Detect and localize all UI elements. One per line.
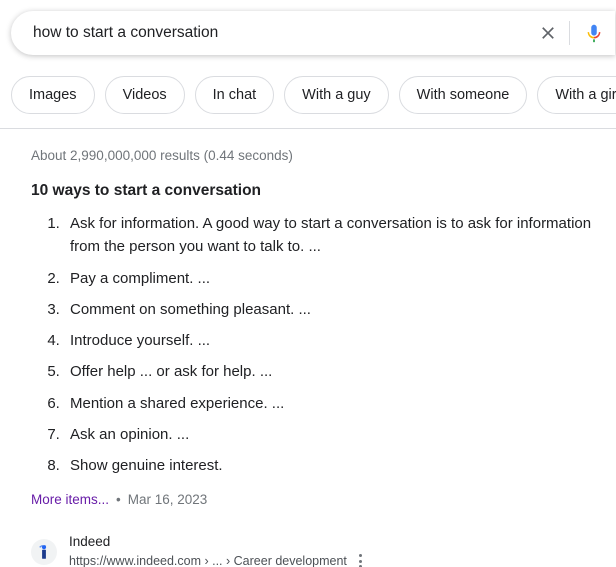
results-region: About 2,990,000,000 results (0.44 second…	[0, 129, 616, 567]
list-item: Offer help ... or ask for help. ...	[64, 360, 605, 383]
chip-label: Images	[29, 87, 77, 103]
filter-chips-row: Images Videos In chat With a guy With so…	[0, 62, 616, 114]
search-input[interactable]	[12, 12, 531, 54]
chip-label: With someone	[416, 87, 510, 103]
filter-chip-with-a-guy[interactable]: With a guy	[284, 76, 389, 114]
snippet-list: Ask for information. A good way to start…	[11, 212, 605, 477]
chip-label: With a guy	[302, 87, 371, 103]
clear-search-button[interactable]	[531, 16, 565, 50]
list-item: Introduce yourself. ...	[64, 329, 605, 352]
filter-chip-images[interactable]: Images	[11, 76, 95, 114]
voice-search-button[interactable]	[574, 16, 614, 50]
filter-chip-in-chat[interactable]: In chat	[194, 76, 275, 114]
filter-chip-videos[interactable]: Videos	[104, 76, 185, 114]
indeed-logo-icon	[39, 545, 47, 560]
source-block: Indeed https://www.indeed.com › ... › Ca…	[11, 507, 605, 567]
search-region	[0, 0, 616, 62]
more-items-link[interactable]: More items...	[31, 492, 109, 507]
list-item: Comment on something pleasant. ...	[64, 298, 605, 321]
more-options-icon[interactable]	[355, 551, 366, 567]
indeed-favicon-icon	[31, 539, 57, 566]
source-url: https://www.indeed.com › ... › Career de…	[69, 554, 347, 567]
search-box[interactable]	[11, 11, 615, 55]
close-icon	[542, 27, 554, 39]
list-item: Pay a compliment. ...	[64, 267, 605, 290]
list-item: Ask an opinion. ...	[64, 423, 605, 446]
filter-chips-region: Images Videos In chat With a guy With so…	[0, 62, 616, 128]
filter-chip-with-a-girl[interactable]: With a girl	[537, 76, 616, 114]
chip-label: Videos	[122, 87, 167, 103]
snippet-heading: 10 ways to start a conversation	[31, 182, 262, 199]
source-text: Indeed https://www.indeed.com › ... › Ca…	[69, 533, 366, 567]
list-item: Ask for information. A good way to start…	[64, 212, 605, 259]
more-items-row: More items... • Mar 16, 2023	[11, 485, 605, 507]
source-url-row: https://www.indeed.com › ... › Career de…	[69, 551, 366, 567]
bullet-separator: •	[116, 492, 121, 508]
chip-label: With a girl	[555, 87, 616, 103]
search-divider	[569, 21, 570, 45]
result-stats: About 2,990,000,000 results (0.44 second…	[31, 148, 293, 163]
list-item: Show genuine interest.	[64, 454, 605, 477]
microphone-icon	[587, 24, 601, 43]
source-name: Indeed	[69, 534, 111, 550]
snippet-date: Mar 16, 2023	[127, 492, 208, 508]
chip-label: In chat	[212, 87, 257, 103]
filter-chip-with-someone[interactable]: With someone	[398, 76, 528, 114]
list-item: Mention a shared experience. ...	[64, 392, 605, 415]
